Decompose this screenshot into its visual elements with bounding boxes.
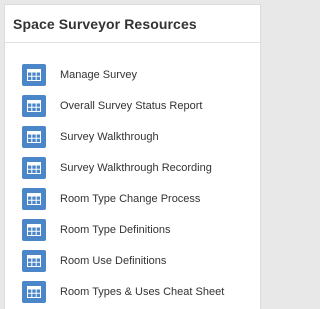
resource-list: Manage Survey Overall Survey Status Repo… bbox=[22, 59, 224, 307]
resource-label: Overall Survey Status Report bbox=[60, 99, 203, 112]
resource-label: Manage Survey bbox=[60, 68, 138, 81]
table-grid-icon bbox=[22, 218, 46, 241]
table-grid-icon bbox=[22, 94, 46, 117]
resource-link-overall-survey-status-report[interactable]: Overall Survey Status Report bbox=[22, 90, 224, 121]
resource-link-room-type-change-process[interactable]: Room Type Change Process bbox=[22, 183, 224, 214]
resource-label: Room Types & Uses Cheat Sheet bbox=[60, 285, 225, 298]
resource-link-survey-walkthrough-recording[interactable]: Survey Walkthrough Recording bbox=[22, 152, 224, 183]
table-grid-icon bbox=[22, 156, 46, 179]
table-grid-icon bbox=[22, 249, 46, 272]
resource-link-room-types-uses-cheat-sheet[interactable]: Room Types & Uses Cheat Sheet bbox=[22, 276, 224, 307]
resource-link-manage-survey[interactable]: Manage Survey bbox=[22, 59, 224, 90]
resources-panel: Space Surveyor Resources Manage Survey O… bbox=[4, 4, 261, 309]
resource-label: Room Type Definitions bbox=[60, 223, 171, 236]
resource-link-survey-walkthrough[interactable]: Survey Walkthrough bbox=[22, 121, 224, 152]
table-grid-icon bbox=[22, 63, 46, 86]
panel-title: Space Surveyor Resources bbox=[13, 16, 197, 32]
resource-label: Survey Walkthrough bbox=[60, 130, 159, 143]
resource-label: Room Use Definitions bbox=[60, 254, 167, 267]
table-grid-icon bbox=[22, 187, 46, 210]
resource-link-room-use-definitions[interactable]: Room Use Definitions bbox=[22, 245, 224, 276]
table-grid-icon bbox=[22, 125, 46, 148]
resource-label: Room Type Change Process bbox=[60, 192, 201, 205]
resource-label: Survey Walkthrough Recording bbox=[60, 161, 212, 174]
resource-link-room-type-definitions[interactable]: Room Type Definitions bbox=[22, 214, 224, 245]
table-grid-icon bbox=[22, 280, 46, 303]
panel-header: Space Surveyor Resources bbox=[5, 5, 260, 43]
